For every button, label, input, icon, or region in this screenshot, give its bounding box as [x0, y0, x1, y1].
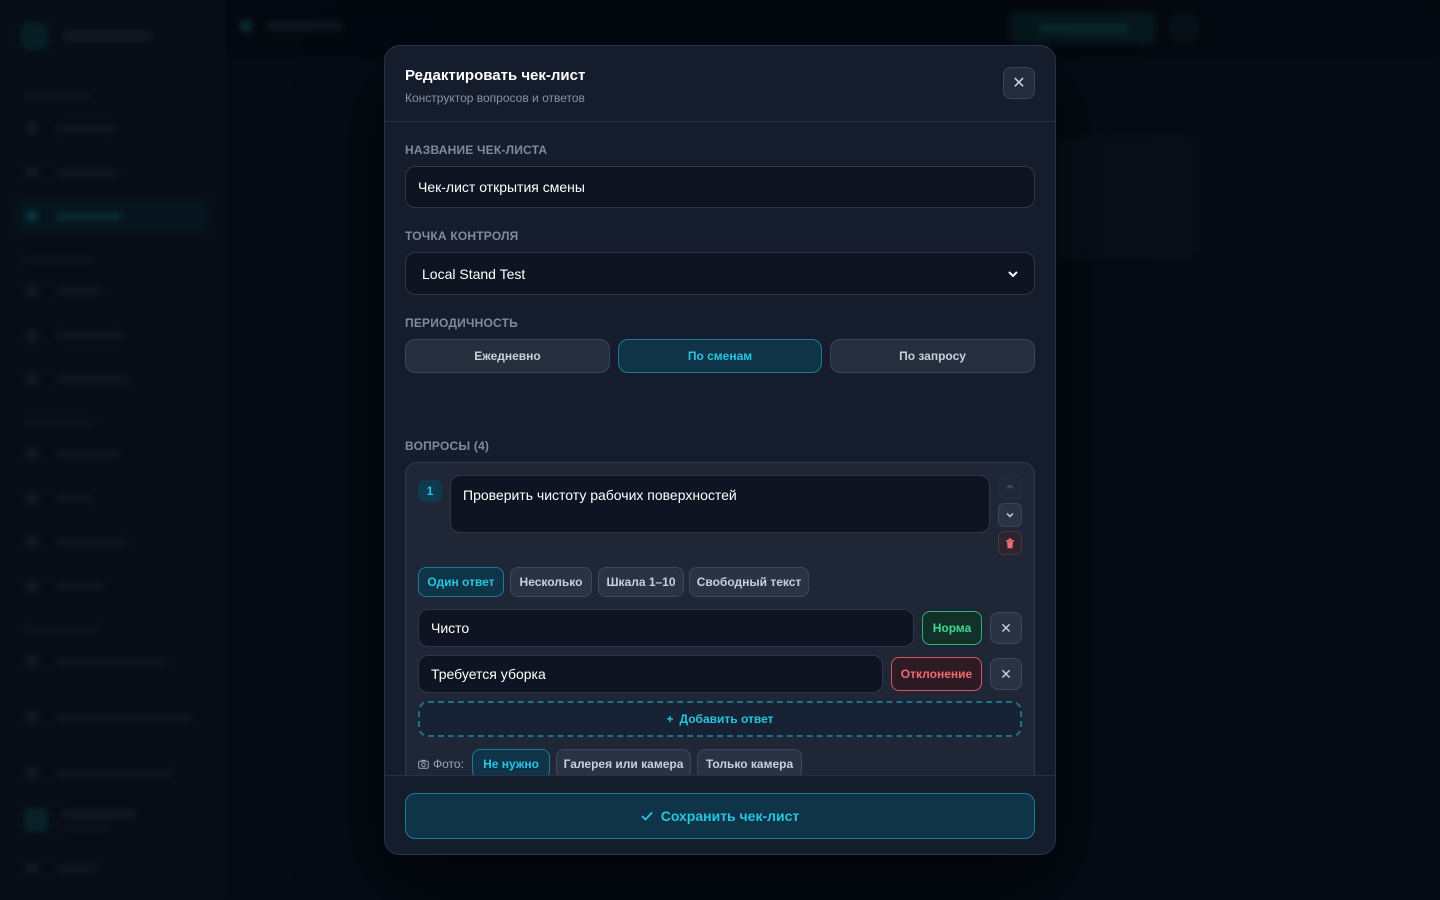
answer-input[interactable] — [418, 609, 914, 647]
control-point-value: Local Stand Test — [422, 265, 526, 282]
period-daily-button[interactable]: Ежедневно — [405, 339, 610, 373]
answer-status-toggle[interactable]: Отклонение — [891, 657, 982, 691]
modal-body[interactable]: Название чек-листа Точка контроля Local … — [385, 123, 1055, 775]
modal-title: Редактировать чек-лист — [405, 67, 586, 84]
photo-label-text: Фото: — [433, 757, 464, 771]
save-label: Сохранить чек-лист — [660, 808, 800, 824]
answer-input[interactable] — [418, 655, 883, 693]
camera-icon — [418, 759, 429, 769]
control-point-select[interactable]: Local Stand Test — [405, 252, 1035, 295]
modal-header: Редактировать чек-лист Конструктор вопро… — [385, 46, 1055, 122]
modal-subtitle: Конструктор вопросов и ответов — [405, 91, 585, 105]
add-answer-button[interactable]: + Добавить ответ — [418, 701, 1022, 737]
question-text-input[interactable]: Проверить чистоту рабочих поверхностей — [450, 475, 990, 533]
questions-label: Вопросы (4) — [405, 439, 490, 453]
move-up-button[interactable] — [998, 475, 1022, 499]
modal-footer: Сохранить чек-лист — [385, 775, 1055, 854]
move-down-button[interactable] — [998, 503, 1022, 527]
photo-gallery-button[interactable]: Галерея или камера — [556, 749, 691, 775]
question-number: 1 — [418, 480, 442, 502]
delete-answer-button[interactable]: ✕ — [990, 612, 1022, 644]
type-free-text-button[interactable]: Свободный текст — [689, 567, 809, 597]
trash-icon — [1006, 538, 1014, 548]
plus-icon: + — [666, 712, 674, 726]
delete-answer-button[interactable]: ✕ — [990, 658, 1022, 690]
check-icon — [641, 811, 653, 821]
photo-none-button[interactable]: Не нужно — [472, 749, 550, 775]
period-shifts-button[interactable]: По сменам — [618, 339, 822, 373]
close-button[interactable]: ✕ — [1003, 67, 1035, 99]
photo-camera-button[interactable]: Только камера — [697, 749, 802, 775]
add-answer-label: Добавить ответ — [679, 712, 774, 726]
chevron-up-icon — [1006, 484, 1014, 490]
period-on-demand-button[interactable]: По запросу — [830, 339, 1035, 373]
chevron-down-icon — [1008, 270, 1018, 277]
close-icon: ✕ — [1012, 75, 1026, 92]
answer-status-toggle[interactable]: Норма — [922, 611, 982, 645]
close-icon: ✕ — [1000, 665, 1012, 682]
close-icon: ✕ — [1000, 619, 1012, 636]
delete-question-button[interactable] — [998, 531, 1022, 555]
edit-checklist-modal: Редактировать чек-лист Конструктор вопро… — [384, 45, 1056, 855]
periodicity-label: Периодичность — [405, 316, 518, 330]
save-checklist-button[interactable]: Сохранить чек-лист — [405, 793, 1035, 839]
type-scale-button[interactable]: Шкала 1–10 — [598, 567, 684, 597]
checklist-name-label: Название чек-листа — [405, 143, 548, 157]
question-card: 1 Проверить чистоту рабочих поверхностей… — [405, 462, 1035, 775]
type-single-button[interactable]: Один ответ — [418, 567, 504, 597]
chevron-down-icon — [1006, 512, 1014, 518]
type-multiple-button[interactable]: Несколько — [510, 567, 592, 597]
photo-label: Фото: — [418, 757, 464, 771]
control-point-label: Точка контроля — [405, 229, 519, 243]
checklist-name-input[interactable] — [405, 166, 1035, 208]
